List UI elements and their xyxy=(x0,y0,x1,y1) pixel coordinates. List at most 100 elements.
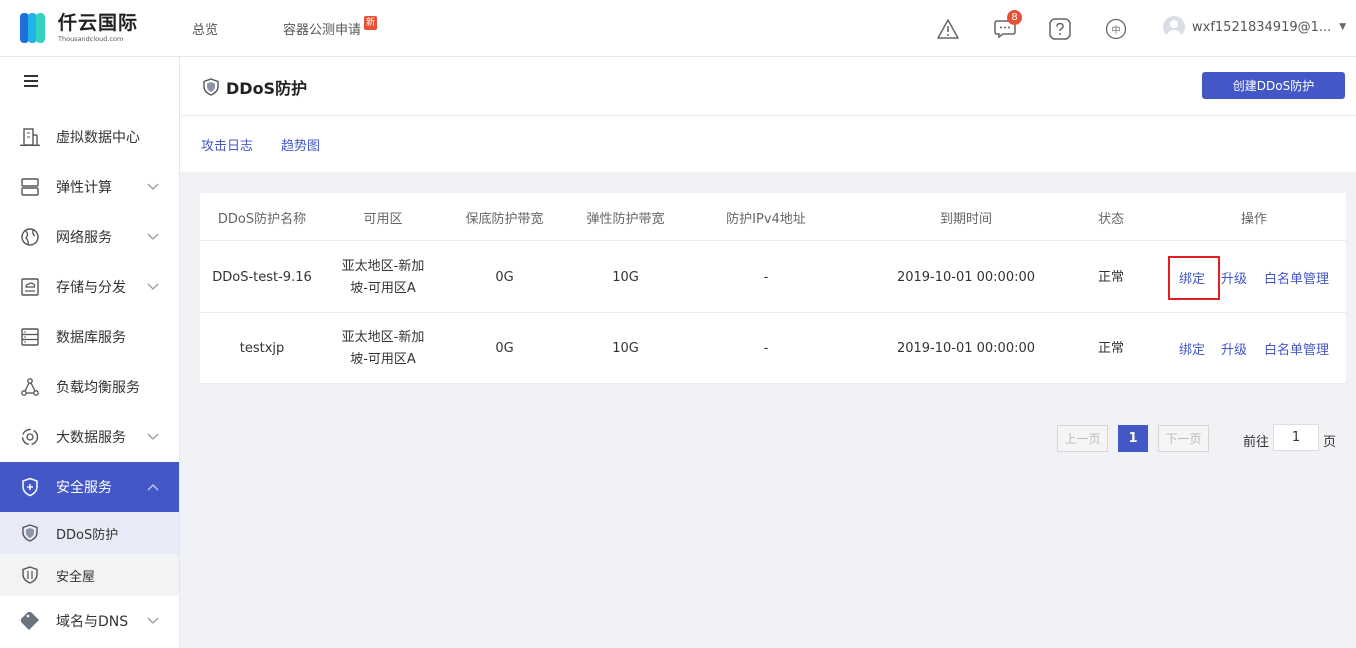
sidebar-subitem-security-house[interactable]: 安全屋 xyxy=(0,554,179,596)
column-header-elastic-bandwidth: 弹性防护带宽 xyxy=(586,211,665,227)
highlight-box xyxy=(1168,256,1220,300)
sidebar-subitem-ddos[interactable]: DDoS防护 xyxy=(0,512,179,554)
cell-ipv4: - xyxy=(763,269,769,285)
sidebar-item-label: 存储与分发 xyxy=(56,280,126,296)
sidebar-item-big-data[interactable]: 大数据服务 xyxy=(0,412,179,462)
cell-name: DDoS-test-9.16 xyxy=(212,269,312,285)
sidebar-item-network[interactable]: 网络服务 xyxy=(0,212,179,262)
datacenter-icon xyxy=(19,126,41,148)
tag-icon xyxy=(19,610,41,632)
column-header-ipv4: 防护IPv4地址 xyxy=(726,211,806,227)
next-page-button[interactable]: 下一页 xyxy=(1158,425,1209,452)
cell-status: 正常 xyxy=(1097,269,1124,285)
sidebar: 虚拟数据中心 弹性计算 网络服务 存储与分发 数据库服务 负载均衡服务 大数据服… xyxy=(0,57,180,648)
column-header-name: DDoS防护名称 xyxy=(217,211,307,227)
cell-expire: 2019-10-01 00:00:00 xyxy=(896,269,1036,285)
chevron-down-icon xyxy=(147,183,159,190)
top-header: 仟云国际 Thousandcloud.com 总览 容器公测申请 新 8 中 w… xyxy=(0,0,1356,57)
table-row: DDoS-test-9.16 亚太地区-新加坡-可用区A 0G 10G - 20… xyxy=(200,242,1346,313)
cell-base-bandwidth: 0G xyxy=(495,340,514,356)
prev-page-button[interactable]: 上一页 xyxy=(1057,425,1108,452)
table-header: DDoS防护名称 可用区 保底防护带宽 弹性防护带宽 防护IPv4地址 到期时间… xyxy=(200,193,1346,241)
nav-container-beta-label: 容器公测申请 xyxy=(283,23,362,38)
ddos-table: DDoS防护名称 可用区 保底防护带宽 弹性防护带宽 防护IPv4地址 到期时间… xyxy=(200,193,1346,384)
tab-trend-chart[interactable]: 趋势图 xyxy=(281,135,320,154)
cell-zone: 亚太地区-新加坡-可用区A xyxy=(341,329,425,367)
page-number-current[interactable]: 1 xyxy=(1118,425,1148,452)
shield-icon xyxy=(203,78,219,96)
cell-status: 正常 xyxy=(1097,340,1124,356)
sidebar-item-domain-dns[interactable]: 域名与DNS xyxy=(0,596,179,646)
avatar xyxy=(1163,16,1185,38)
shield-icon xyxy=(21,524,39,542)
chevron-up-icon xyxy=(147,484,159,491)
table-row: testxjp 亚太地区-新加坡-可用区A 0G 10G - 2019-10-0… xyxy=(200,313,1346,384)
shield-icon xyxy=(21,566,39,584)
upgrade-link[interactable]: 升级 xyxy=(1221,242,1247,313)
sidebar-item-label: 数据库服务 xyxy=(56,330,126,346)
whitelist-link[interactable]: 白名单管理 xyxy=(1264,313,1329,384)
sidebar-item-security[interactable]: 安全服务 xyxy=(0,462,179,512)
server-icon xyxy=(19,176,41,198)
logo-mark-icon xyxy=(18,11,52,45)
page-header: DDoS防护 创建DDoS防护 攻击日志 趋势图 xyxy=(180,57,1356,172)
shield-icon xyxy=(19,476,41,498)
column-header-expire: 到期时间 xyxy=(939,211,992,227)
divider xyxy=(180,115,1356,116)
cell-expire: 2019-10-01 00:00:00 xyxy=(896,340,1036,356)
sidebar-item-load-balancer[interactable]: 负载均衡服务 xyxy=(0,362,179,412)
whitelist-link[interactable]: 白名单管理 xyxy=(1264,242,1329,313)
cell-elastic-bandwidth: 10G xyxy=(612,269,639,285)
chevron-down-icon xyxy=(147,617,159,624)
tab-attack-log[interactable]: 攻击日志 xyxy=(201,135,253,154)
sidebar-item-label: 安全服务 xyxy=(56,480,112,496)
warning-icon[interactable] xyxy=(936,17,960,41)
new-badge: 新 xyxy=(364,15,378,30)
language-label: 中 xyxy=(1111,25,1121,36)
caret-down-icon: ▼ xyxy=(1339,22,1347,32)
sidebar-item-virtual-datacenter[interactable]: 虚拟数据中心 xyxy=(0,112,179,162)
language-icon[interactable]: 中 xyxy=(1104,17,1128,41)
goto-label: 前往 xyxy=(1243,435,1270,450)
help-icon[interactable] xyxy=(1048,17,1072,41)
cell-zone: 亚太地区-新加坡-可用区A xyxy=(341,258,425,296)
bigdata-icon xyxy=(19,426,41,448)
column-header-status: 状态 xyxy=(1097,211,1124,227)
logo-text: 仟云国际 xyxy=(58,11,139,34)
chevron-down-icon xyxy=(147,233,159,240)
sidebar-item-label: 虚拟数据中心 xyxy=(56,130,140,146)
logo[interactable]: 仟云国际 Thousandcloud.com xyxy=(18,10,138,46)
menu-toggle-icon[interactable] xyxy=(24,75,38,90)
page-title-text: DDoS防护 xyxy=(226,79,308,98)
page-title: DDoS防护 xyxy=(202,75,307,99)
chevron-down-icon xyxy=(147,433,159,440)
goto-suffix: 页 xyxy=(1323,435,1337,450)
column-header-zone: 可用区 xyxy=(363,211,403,227)
upgrade-link[interactable]: 升级 xyxy=(1221,313,1247,384)
user-name: wxf1521834919@1... xyxy=(1192,19,1332,35)
sidebar-item-elastic-compute[interactable]: 弹性计算 xyxy=(0,162,179,212)
user-menu[interactable]: wxf1521834919@1... ▼ xyxy=(1163,16,1346,38)
database-icon xyxy=(19,326,41,348)
globe-icon xyxy=(19,226,41,248)
create-ddos-button[interactable]: 创建DDoS防护 xyxy=(1202,72,1345,99)
sidebar-item-storage[interactable]: 存储与分发 xyxy=(0,262,179,312)
message-icon[interactable]: 8 xyxy=(993,10,1022,41)
column-header-base-bandwidth: 保底防护带宽 xyxy=(465,211,544,227)
nav-overview[interactable]: 总览 xyxy=(192,0,218,57)
sidebar-item-label: 网络服务 xyxy=(56,230,112,246)
column-header-actions: 操作 xyxy=(1240,211,1267,227)
logo-subtext: Thousandcloud.com xyxy=(58,34,124,43)
loadbalancer-icon xyxy=(19,376,41,398)
sidebar-item-label: 弹性计算 xyxy=(56,180,112,196)
nav-overview-label: 总览 xyxy=(192,23,219,38)
chevron-down-icon xyxy=(147,283,159,290)
sidebar-item-label: 大数据服务 xyxy=(56,430,126,446)
bind-link[interactable]: 绑定 xyxy=(1179,313,1205,384)
goto-page-input[interactable] xyxy=(1273,424,1319,451)
notification-count: 8 xyxy=(1007,10,1022,25)
nav-container-beta[interactable]: 容器公测申请 新 xyxy=(283,0,378,57)
sidebar-item-database[interactable]: 数据库服务 xyxy=(0,312,179,362)
sidebar-subitem-label: 安全屋 xyxy=(56,569,96,585)
cell-ipv4: - xyxy=(763,340,769,356)
